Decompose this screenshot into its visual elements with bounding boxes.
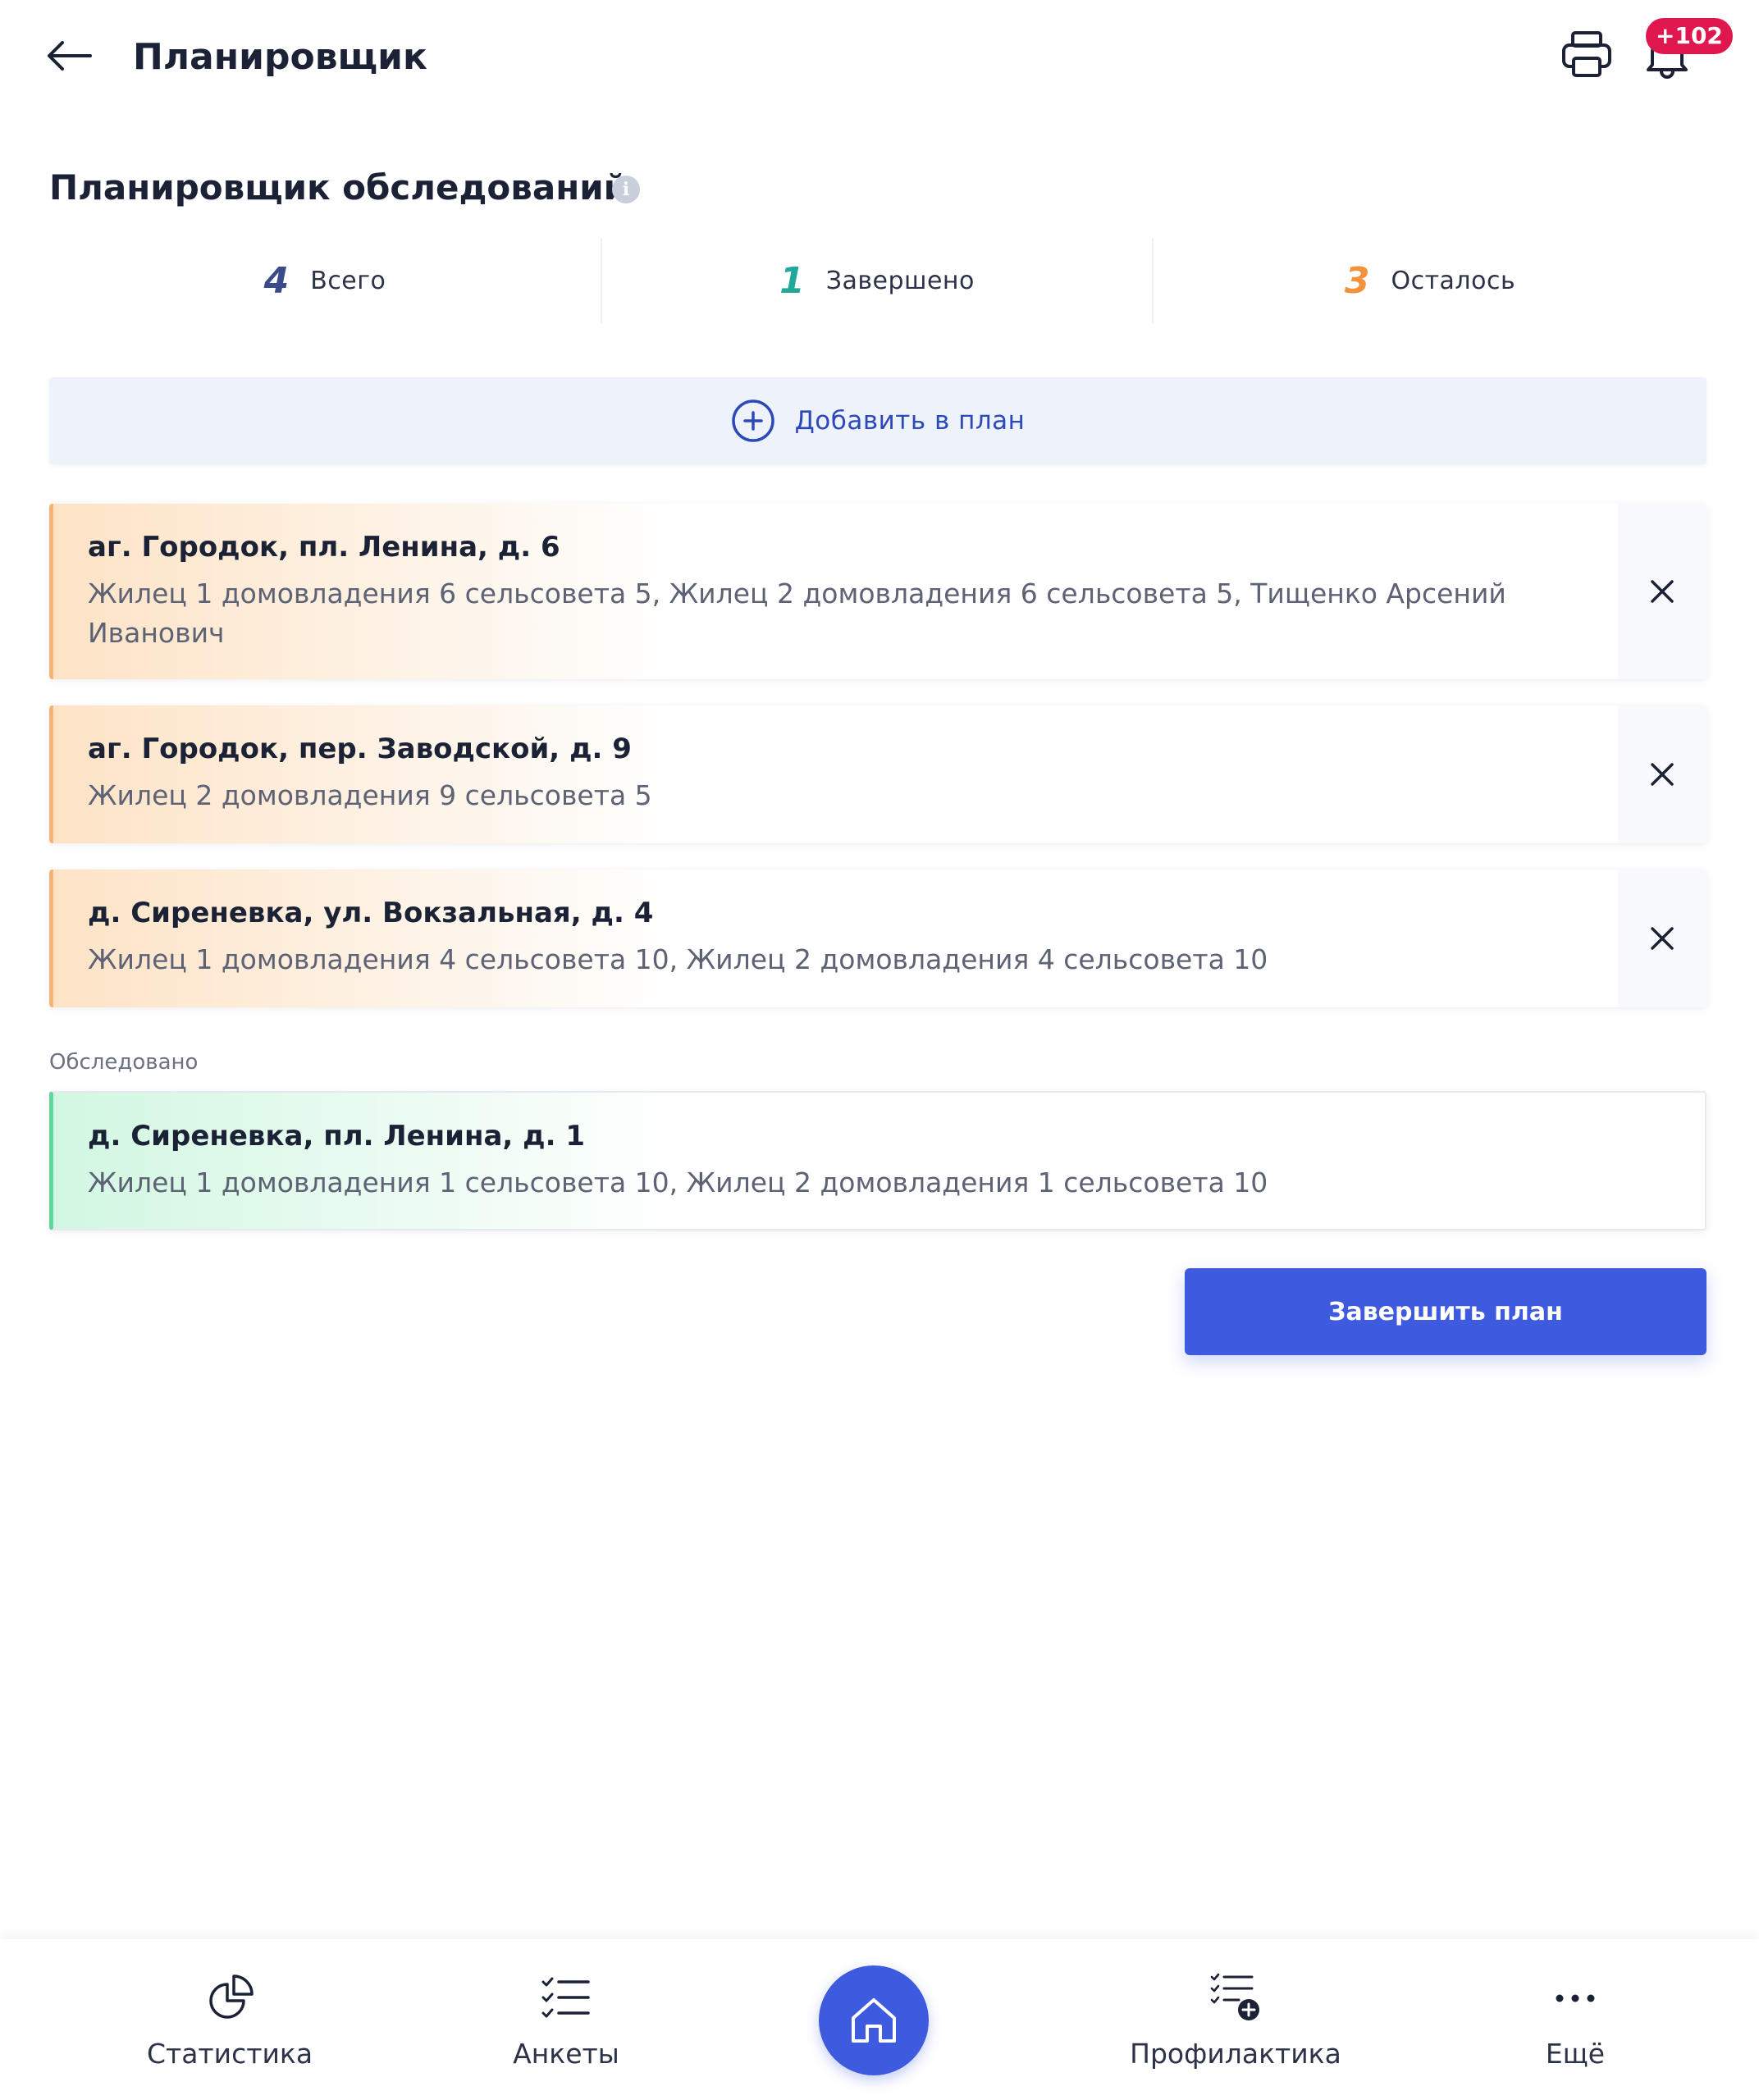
stat-remaining-value: 3 (1344, 259, 1370, 302)
close-icon (1651, 927, 1674, 950)
plan-card-address: аг. Городок, пл. Ленина, д. 6 (88, 531, 560, 564)
printer-icon (1562, 31, 1611, 77)
stat-total-label: Всего (310, 266, 386, 295)
planner-title: Планировщик обследований (49, 167, 628, 208)
plan-card[interactable]: аг. Городок, пер. Заводской, д. 9 Жилец … (49, 705, 1706, 843)
inspected-card-address: д. Сиреневка, пл. Ленина, д. 1 (88, 1120, 586, 1153)
nav-surveys-label: Анкеты (513, 2038, 619, 2070)
inspected-card[interactable]: д. Сиреневка, пл. Ленина, д. 1 Жилец 1 д… (49, 1091, 1706, 1230)
info-icon[interactable]: i (612, 176, 640, 203)
arrow-left-icon (48, 41, 92, 71)
plan-card-residents: Жилец 1 домовладения 6 сельсовета 5, Жил… (88, 578, 1506, 649)
nav-home-button[interactable] (819, 1965, 929, 2075)
nav-more-label: Ещё (1545, 2038, 1606, 2070)
close-icon (1651, 763, 1674, 786)
more-dots-icon (1556, 1994, 1595, 2002)
print-button[interactable] (1557, 25, 1616, 84)
remove-plan-item-button[interactable] (1618, 705, 1706, 843)
inspected-card-residents: Жилец 1 домовладения 1 сельсовета 10, Жи… (88, 1166, 1268, 1198)
plus-circle-icon (731, 399, 774, 442)
checklist-add-icon (1210, 1973, 1259, 2020)
home-icon (852, 1998, 896, 2043)
remove-plan-item-button[interactable] (1618, 504, 1706, 679)
finish-plan-button[interactable]: Завершить план (1185, 1268, 1706, 1355)
plan-card[interactable]: д. Сиреневка, ул. Вокзальная, д. 4 Жилец… (49, 870, 1706, 1007)
add-to-plan-button[interactable]: Добавить в план (49, 377, 1706, 464)
inspected-section-label: Обследовано (49, 1050, 199, 1075)
plan-card-address: д. Сиреневка, ул. Вокзальная, д. 4 (88, 897, 654, 929)
back-button[interactable] (43, 30, 95, 82)
nav-more[interactable]: Ещё (1452, 1939, 1698, 2100)
checklist-icon (541, 1977, 590, 2018)
close-icon (1651, 580, 1674, 603)
stat-remaining: 3 Осталось (1154, 235, 1706, 326)
remove-plan-item-button[interactable] (1618, 870, 1706, 1007)
page-title: Планировщик (133, 36, 427, 78)
notification-badge: +102 (1646, 18, 1733, 54)
stat-total: 4 Всего (49, 235, 601, 326)
plan-card-address: аг. Городок, пер. Заводской, д. 9 (88, 733, 632, 765)
nav-prevention-label: Профилактика (1130, 2038, 1341, 2070)
nav-surveys[interactable]: Анкеты (443, 1939, 689, 2100)
nav-statistics-label: Статистика (146, 2038, 313, 2070)
plan-card-residents: Жилец 1 домовладения 4 сельсовета 10, Жи… (88, 943, 1268, 975)
stat-completed-value: 1 (779, 259, 805, 302)
pie-chart-icon (209, 1974, 254, 2019)
nav-statistics[interactable]: Статистика (107, 1939, 353, 2100)
nav-prevention[interactable]: Профилактика (1113, 1939, 1359, 2100)
add-to-plan-label: Добавить в план (794, 406, 1026, 436)
plan-card-residents: Жилец 2 домовладения 9 сельсовета 5 (88, 779, 652, 811)
stat-total-value: 4 (263, 259, 290, 302)
stat-remaining-label: Осталось (1391, 266, 1516, 295)
stat-completed-label: Завершено (825, 266, 975, 295)
plan-card[interactable]: аг. Городок, пл. Ленина, д. 6 Жилец 1 до… (49, 504, 1706, 679)
stat-completed: 1 Завершено (602, 235, 1152, 326)
